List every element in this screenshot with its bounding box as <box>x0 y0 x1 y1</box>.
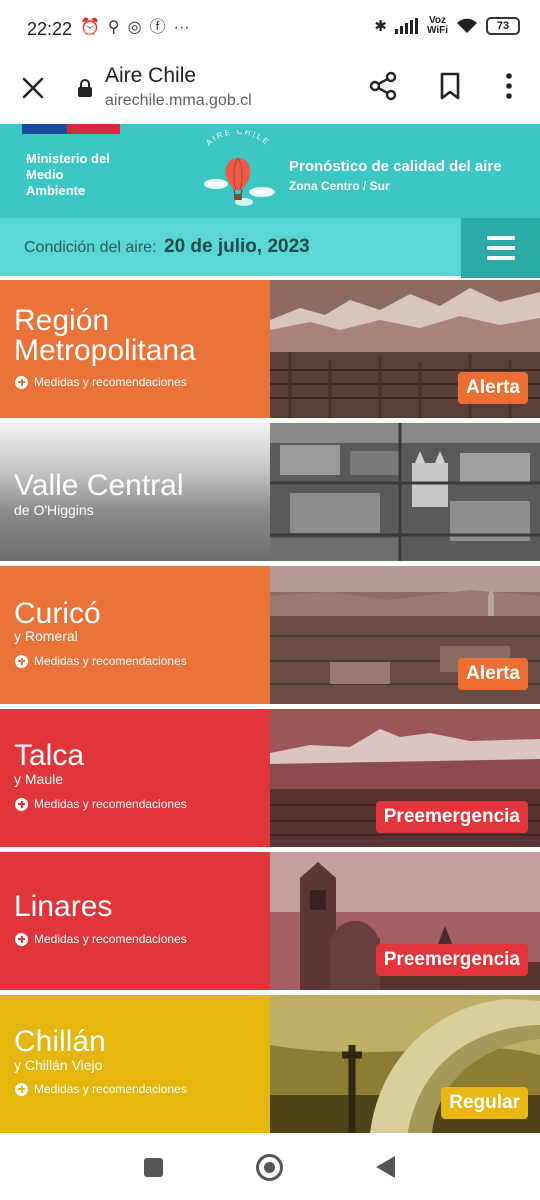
measures-link[interactable]: Medidas y recomendaciones <box>15 1082 187 1096</box>
svg-text:AIRE CHILE: AIRE CHILE <box>204 130 271 147</box>
region-name: Chillán <box>14 1025 106 1058</box>
signal-icon <box>394 18 418 34</box>
menu-line-icon <box>486 246 515 250</box>
status-time: 22:22 <box>27 19 73 39</box>
region-name: Región <box>14 304 110 337</box>
system-navigation-bar <box>0 1134 540 1200</box>
plus-circle-icon <box>15 1082 28 1096</box>
status-badge: Regular <box>441 1087 528 1119</box>
keyhole-icon: ⚲ <box>107 19 120 36</box>
measures-label: Medidas y recomendaciones <box>34 932 187 946</box>
region-card-valle-central[interactable]: Valle Central de O'Higgins <box>0 423 540 561</box>
menu-line-icon <box>486 256 515 260</box>
region-panel: Linares Medidas y recomendaciones <box>0 852 270 990</box>
home-icon[interactable] <box>256 1154 283 1181</box>
recent-apps-icon[interactable] <box>144 1158 163 1177</box>
forecast-subtitle: Zona Centro / Sur <box>289 179 390 193</box>
plus-circle-icon <box>15 654 28 668</box>
plus-circle-icon <box>15 375 28 389</box>
ministry-line3: Ambiente <box>26 183 86 198</box>
region-panel: Curicó y Romeral Medidas y recomendacion… <box>0 566 270 704</box>
measures-link[interactable]: Medidas y recomendaciones <box>15 797 187 811</box>
region-name: Curicó <box>14 597 101 630</box>
alarm-icon: ⏰ <box>80 19 100 36</box>
measures-link[interactable]: Medidas y recomendaciones <box>15 375 187 389</box>
condition-label: Condición del aire: <box>24 239 157 256</box>
share-icon[interactable] <box>368 70 400 102</box>
site-header: Ministerio del Medio Ambiente AIRE CHILE… <box>0 124 540 218</box>
region-panel: Chillán y Chillán Viejo Medidas y recome… <box>0 995 270 1133</box>
system-status: ✱ Voz WiFi 73 <box>374 16 520 36</box>
more-dots-icon: ··· <box>173 19 190 36</box>
region-name: Talca <box>14 739 85 772</box>
measures-link[interactable]: Medidas y recomendaciones <box>15 654 187 668</box>
hamburger-menu-button[interactable] <box>461 218 540 278</box>
region-subtitle: y Chillán Viejo <box>14 1057 103 1073</box>
region-panel: Valle Central de O'Higgins <box>0 423 270 561</box>
lock-icon <box>78 79 92 97</box>
bookmark-icon[interactable] <box>434 70 466 102</box>
wifi-icon <box>457 18 477 33</box>
chrome-icon: ◎ <box>127 19 142 36</box>
air-condition-bar: Condición del aire: 20 de julio, 2023 <box>0 218 540 278</box>
region-panel: Región Metropolitana Medidas y recomenda… <box>0 280 270 418</box>
notification-icons: ⏰ ⚲ ◎ ⓕ ··· <box>80 18 190 38</box>
logo-text: AIRE CHILE <box>204 130 269 147</box>
plus-circle-icon <box>15 932 28 946</box>
ministry-line2: Medio <box>26 167 64 182</box>
condition-date: 20 de julio, 2023 <box>164 236 310 257</box>
region-card-linares[interactable]: Linares Medidas y recomendaciones Preeme… <box>0 852 540 990</box>
plus-circle-icon <box>15 797 28 811</box>
measures-label: Medidas y recomendaciones <box>34 375 187 389</box>
status-badge: Preemergencia <box>375 801 528 833</box>
measures-link[interactable]: Medidas y recomendaciones <box>15 932 187 946</box>
facebook-icon: ⓕ <box>149 19 166 36</box>
measures-label: Medidas y recomendaciones <box>34 797 187 811</box>
custom-tab-toolbar: Aire Chile airechile.mma.gob.cl <box>0 56 540 124</box>
ministry-line1: Ministerio del <box>26 151 110 166</box>
region-name: Linares <box>14 890 113 923</box>
back-icon[interactable] <box>376 1156 395 1178</box>
region-name: Valle Central <box>14 469 184 502</box>
region-card-chillan[interactable]: Chillán y Chillán Viejo Medidas y recome… <box>0 995 540 1133</box>
more-options-icon[interactable] <box>494 70 524 102</box>
status-badge: Alerta <box>458 658 528 690</box>
status-badge: Preemergencia <box>375 944 528 976</box>
region-card-curico[interactable]: Curicó y Romeral Medidas y recomendacion… <box>0 566 540 704</box>
region-subtitle: y Romeral <box>14 628 78 644</box>
ministry-logo[interactable]: Ministerio del Medio Ambiente <box>26 151 110 199</box>
page-url[interactable]: airechile.mma.gob.cl <box>105 92 252 110</box>
region-panel: Talca y Maule Medidas y recomendaciones <box>0 709 270 847</box>
forecast-title: Pronóstico de calidad del aire <box>289 158 502 175</box>
volte-indicator: Voz WiFi <box>427 16 448 36</box>
close-icon[interactable] <box>18 73 48 103</box>
region-name-line2: Metropolitana <box>14 334 196 367</box>
measures-label: Medidas y recomendaciones <box>34 654 187 668</box>
region-photo-town-church <box>270 423 540 561</box>
status-bar: 22:22 ⏰ ⚲ ◎ ⓕ ··· ✱ Voz WiFi 73 <box>0 0 540 56</box>
volte-line2: WiFi <box>426 25 448 36</box>
region-card-talca[interactable]: Talca y Maule Medidas y recomendaciones … <box>0 709 540 847</box>
bluetooth-icon: ✱ <box>374 18 387 35</box>
region-card-metropolitana[interactable]: Región Metropolitana Medidas y recomenda… <box>0 280 540 418</box>
status-badge: Alerta <box>458 372 528 404</box>
measures-label: Medidas y recomendaciones <box>34 1082 187 1096</box>
menu-line-icon <box>486 236 515 240</box>
government-flag-strip <box>22 124 120 134</box>
page-title: Aire Chile <box>105 64 197 87</box>
region-subtitle: y Maule <box>14 771 64 787</box>
battery-indicator: 73 <box>486 17 520 35</box>
air-balloon-logo[interactable]: AIRE CHILE <box>192 130 284 214</box>
region-subtitle: de O'Higgins <box>14 502 94 518</box>
